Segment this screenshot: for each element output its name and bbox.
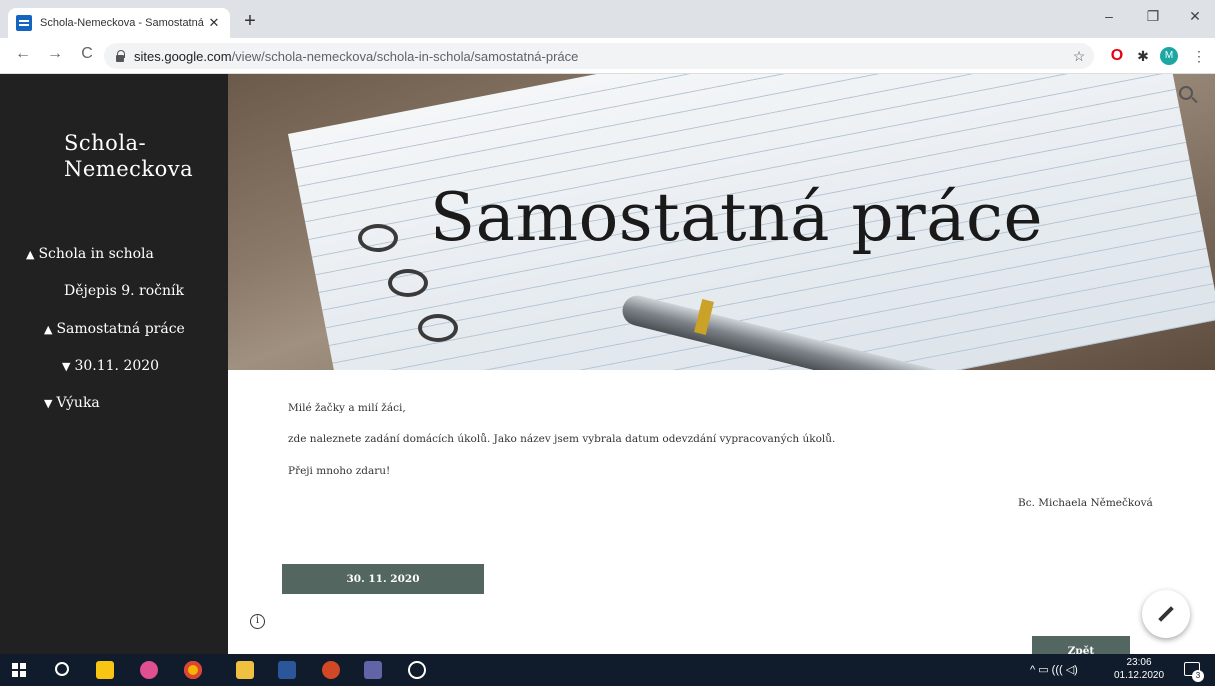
tab-close-icon[interactable]: ✕ bbox=[206, 15, 222, 31]
profile-avatar[interactable]: M bbox=[1160, 47, 1178, 65]
itunes-icon[interactable] bbox=[140, 661, 158, 679]
nav-item-label: Dějepis 9. ročník bbox=[64, 283, 184, 299]
windows-start-icon[interactable] bbox=[12, 663, 26, 677]
info-icon[interactable]: i bbox=[250, 614, 265, 629]
chevron-down-icon[interactable]: ▼ bbox=[44, 397, 52, 410]
hero-banner: Samostatná práce bbox=[228, 74, 1215, 370]
browser-tab[interactable]: Schola-Nemeckova - Samostatná p ✕ bbox=[8, 8, 230, 38]
sidebar: Schola-Nemeckova ▲ Schola in schola Dějep… bbox=[0, 74, 228, 654]
spiral-ring bbox=[418, 314, 458, 342]
site-page: Schola-Nemeckova ▲ Schola in schola Dějep… bbox=[0, 74, 1215, 660]
tab-title: Schola-Nemeckova - Samostatná p bbox=[40, 17, 206, 29]
nav-item-vyuka[interactable]: ▼ Výuka bbox=[44, 395, 100, 411]
spiral-ring bbox=[388, 269, 428, 297]
word-icon[interactable] bbox=[278, 661, 296, 679]
reload-icon[interactable]: C bbox=[76, 45, 98, 63]
url-host: sites.google.com bbox=[134, 48, 232, 64]
back-icon[interactable]: ← bbox=[12, 45, 34, 63]
greeting-text: Milé žačky a milí žáci, bbox=[288, 402, 406, 414]
search-icon[interactable] bbox=[1179, 86, 1193, 100]
nav-item-label: 30.11. 2020 bbox=[74, 358, 160, 374]
nav-item-schola-in-schola[interactable]: ▲ Schola in schola bbox=[26, 246, 154, 262]
windows-taskbar: ^ ▭ ((( ◁) 23:06 01.12.2020 3 bbox=[0, 654, 1215, 686]
chevron-up-icon[interactable]: ▲ bbox=[26, 248, 34, 261]
nav-item-30-11-2020[interactable]: ▼ 30.11. 2020 bbox=[62, 358, 159, 374]
chevron-down-icon[interactable]: ▼ bbox=[62, 360, 70, 373]
browser-toolbar: ← → C sites.google.com/view/schola-nemec… bbox=[0, 38, 1215, 74]
chrome-icon[interactable] bbox=[184, 661, 202, 679]
body-text: zde naleznete zadání domácích úkolů. Jak… bbox=[288, 433, 836, 445]
file-explorer-icon[interactable] bbox=[236, 661, 254, 679]
close-window-button[interactable]: ✕ bbox=[1180, 8, 1210, 25]
address-bar[interactable]: sites.google.com/view/schola-nemeckova/s… bbox=[104, 43, 1094, 69]
browser-menu-icon[interactable]: ⋮ bbox=[1190, 47, 1208, 65]
extensions-puzzle-icon[interactable]: ✱ bbox=[1134, 47, 1152, 65]
page-title: Samostatná práce bbox=[429, 179, 1044, 256]
app-icon[interactable] bbox=[408, 661, 426, 679]
tab-strip: Schola-Nemeckova - Samostatná p ✕ + – ❐ … bbox=[0, 0, 1215, 38]
site-title[interactable]: Schola-Nemeckova bbox=[64, 130, 214, 182]
nav-item-samostatna-prace[interactable]: ▲ Samostatná práce bbox=[44, 321, 185, 337]
url-path: /view/schola-nemeckova/schola-in-schola/… bbox=[231, 48, 579, 64]
lock-icon bbox=[114, 50, 126, 62]
nav-item-label: Schola in schola bbox=[38, 246, 154, 262]
opera-extension-icon[interactable]: O bbox=[1108, 47, 1126, 65]
nav-item-label: Výuka bbox=[56, 395, 100, 411]
main-content: Milé žačky a milí žáci, zde naleznete za… bbox=[228, 370, 1215, 660]
search-icon[interactable] bbox=[55, 662, 69, 676]
wish-text: Přeji mnoho zdaru! bbox=[288, 465, 391, 477]
maximize-button[interactable]: ❐ bbox=[1138, 8, 1168, 25]
edit-pencil-button[interactable] bbox=[1142, 590, 1190, 638]
nav-item-dejepis[interactable]: Dějepis 9. ročník bbox=[64, 283, 184, 299]
teams-icon[interactable] bbox=[364, 661, 382, 679]
chevron-up-icon[interactable]: ▲ bbox=[44, 323, 52, 336]
google-sites-icon bbox=[16, 15, 32, 31]
clock-time[interactable]: 23:06 bbox=[1114, 657, 1164, 668]
sticky-notes-icon[interactable] bbox=[96, 661, 114, 679]
nav-item-label: Samostatná práce bbox=[56, 321, 185, 337]
minimize-button[interactable]: – bbox=[1094, 8, 1124, 24]
forward-icon[interactable]: → bbox=[44, 45, 66, 63]
signature: Bc. Michaela Němečková bbox=[1018, 497, 1153, 509]
notification-badge: 3 bbox=[1192, 670, 1204, 682]
date-button[interactable]: 30. 11. 2020 bbox=[282, 564, 484, 594]
system-tray-icons[interactable]: ^ ▭ ((( ◁) bbox=[1030, 663, 1078, 676]
new-tab-button[interactable]: + bbox=[238, 10, 262, 34]
bookmark-star-icon[interactable]: ☆ bbox=[1070, 47, 1088, 65]
clock-date[interactable]: 01.12.2020 bbox=[1108, 670, 1170, 681]
powerpoint-icon[interactable] bbox=[322, 661, 340, 679]
